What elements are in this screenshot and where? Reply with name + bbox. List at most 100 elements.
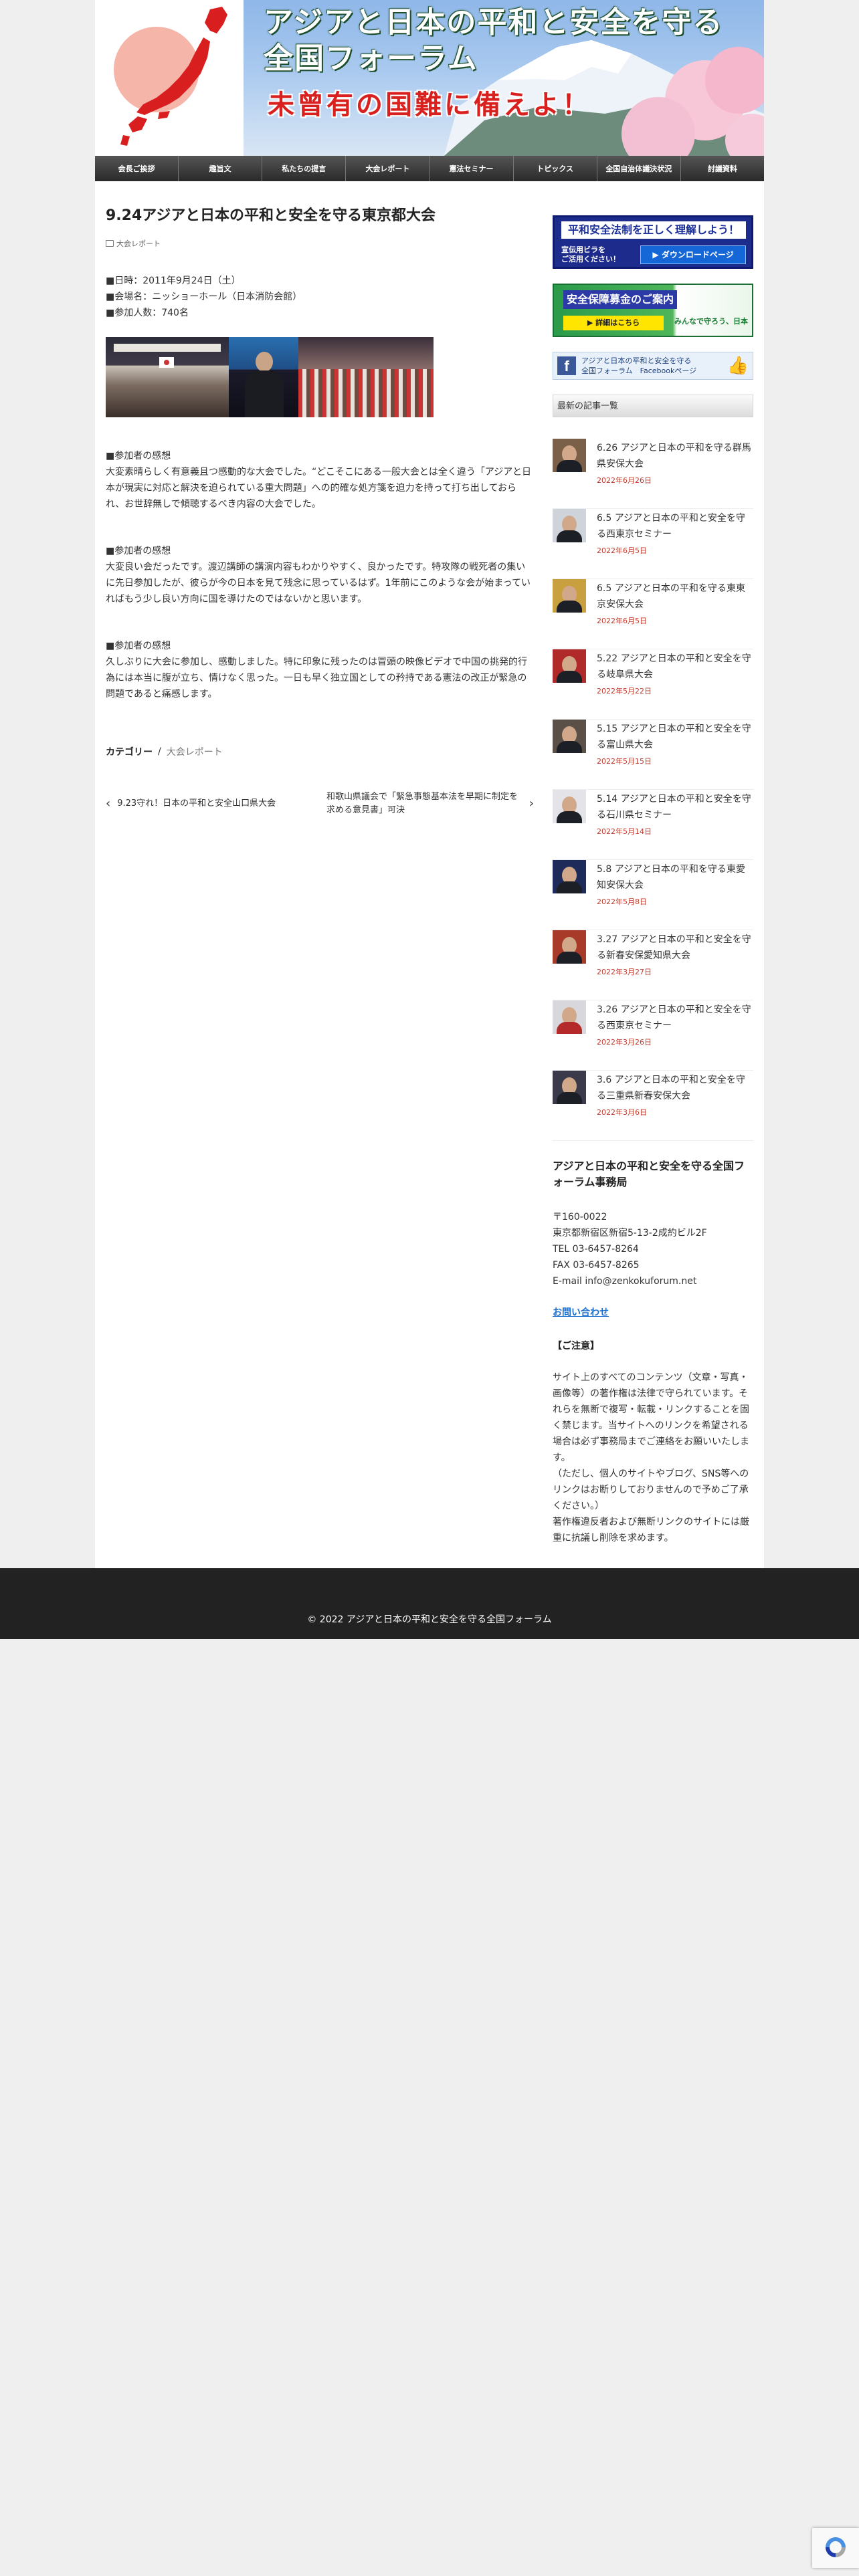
list-item[interactable]: 5.8 アジアと日本の平和を守る東愛知安保大会 2022年5月8日: [553, 860, 753, 930]
event-photo-stage: [106, 337, 229, 417]
nav-item-greeting[interactable]: 会長ご挨拶: [95, 156, 179, 181]
event-attendance: ■参加人数：740名: [106, 308, 189, 318]
recent-post-date: 2022年5月15日: [597, 757, 652, 766]
category-label: カテゴリー: [106, 747, 153, 758]
next-post-link[interactable]: 和歌山県議会で「緊急事態基本法を早期に制定を求める意見書」可決 ›: [326, 790, 534, 817]
recent-post-date: 2022年5月8日: [597, 897, 647, 906]
recent-post-title: 5.8 アジアと日本の平和を守る東愛知安保大会: [597, 864, 745, 891]
post-title: 9.24アジアと日本の平和と安全を守る東京都大会: [106, 207, 436, 224]
recent-post-title: 3.26 アジアと日本の平和と安全を守る西東京セミナー: [597, 1004, 751, 1031]
recent-post-title: 3.6 アジアと日本の平和と安全を守る三重県新春安保大会: [597, 1075, 745, 1101]
list-item[interactable]: 3.26 アジアと日本の平和と安全を守る西東京セミナー 2022年3月26日: [553, 1000, 753, 1071]
list-item[interactable]: 3.6 アジアと日本の平和と安全を守る三重県新春安保大会 2022年3月6日: [553, 1071, 753, 1141]
banner2-side: みんなで守ろう、日本: [674, 317, 748, 326]
next-post-title: 和歌山県議会で「緊急事態基本法を早期に制定を求める意見書」可決: [326, 792, 518, 815]
list-item[interactable]: 6.26 アジアと日本の平和を守る群馬県安保大会 2022年6月26日: [553, 439, 753, 509]
page-container: アジアと日本の平和と安全を守る 全国フォーラム 未曾有の国難に備えよ！ 会長ご挨…: [95, 0, 764, 1568]
facebook-icon: f: [557, 356, 576, 375]
banner-download-flyer[interactable]: 平和安全法制を正しく理解しよう！ 宣伝用ビラを ご活用ください！ ▶ ダウンロー…: [553, 215, 753, 269]
header-slogan: 未曾有の国難に備えよ！: [268, 90, 591, 120]
nav-item-proposal[interactable]: 私たちの提言: [262, 156, 347, 181]
recent-post-title: 5.14 アジアと日本の平和と安全を守る石川県セミナー: [597, 794, 751, 821]
list-item[interactable]: 5.22 アジアと日本の平和と安全を守る岐阜県大会 2022年5月22日: [553, 649, 753, 720]
office-heading: アジアと日本の平和と安全を守る全国フォーラム事務局: [553, 1160, 745, 1188]
thumbs-up-icon: 👍: [727, 356, 749, 376]
list-item[interactable]: 6.5 アジアと日本の平和を守る東東京安保大会 2022年6月5日: [553, 579, 753, 649]
main-nav: 会長ご挨拶 趣旨文 私たちの提言 大会レポート 憲法セミナー トピックス 全国自…: [95, 156, 764, 181]
feedback-body: 大変素晴らしく有意義且つ感動的な大会でした。“どこそこにある一般大会とは全く違う…: [106, 467, 531, 510]
nav-item-constitution[interactable]: 憲法セミナー: [430, 156, 514, 181]
feedback-section: ■参加者の感想 大変素晴らしく有意義且つ感動的な大会でした。“どこそこにある一般…: [106, 448, 534, 512]
post-thumbnail: [553, 1000, 586, 1034]
banner-donation[interactable]: 安全保障募金のご案内 ▶ 詳細はこちら みんなで守ろう、日本: [553, 284, 753, 337]
post-thumbnail: [553, 720, 586, 753]
postal-code: 〒160-0022: [553, 1212, 607, 1222]
notice-text: サイト上のすべてのコンテンツ（文章・写真・画像等）の著作権は法律で守られています…: [553, 1372, 749, 1543]
feedback-body: 大変良い会だったです。渡辺講師の講演内容もわかりやすく、良かったです。特攻隊の戦…: [106, 562, 531, 605]
event-photo-speaker: [229, 337, 298, 417]
contact-link[interactable]: お問い合わせ: [553, 1305, 753, 1319]
banner3-text: アジアと日本の平和と安全を守る 全国フォーラム Facebookページ: [581, 356, 697, 375]
recent-post-title: 5.22 アジアと日本の平和と安全を守る岐阜県大会: [597, 653, 751, 680]
office-address: 〒160-0022 東京都新宿区新宿5-13-2成約ビル2F TEL 03-64…: [553, 1209, 753, 1289]
post-thumbnail: [553, 1071, 586, 1104]
post-category-footer: カテゴリー / 大会レポート: [106, 745, 534, 758]
event-photos: [106, 337, 434, 417]
nav-item-topics[interactable]: トピックス: [514, 156, 597, 181]
notice-heading: 【ご注意】: [553, 1341, 599, 1352]
japan-map-icon: [120, 7, 227, 146]
copyright: © 2022 アジアと日本の平和と安全を守る全国フォーラム: [307, 1614, 552, 1625]
event-meta: ■日時：2011年9月24日（土） ■会場名：ニッショーホール（日本消防会館） …: [106, 273, 534, 321]
banner-facebook[interactable]: f アジアと日本の平和と安全を守る 全国フォーラム Facebookページ 👍: [553, 352, 753, 380]
recaptcha-badge[interactable]: [812, 2528, 859, 2568]
email-address: E-mail info@zenkokuforum.net: [553, 1276, 697, 1287]
header-title-line1: アジアと日本の平和と安全を守る: [264, 5, 724, 39]
nav-item-purpose[interactable]: 趣旨文: [179, 156, 263, 181]
banner1-button: ▶ ダウンロードページ: [640, 245, 746, 264]
feedback-section: ■参加者の感想 大変良い会だったです。渡辺講師の講演内容もわかりやすく、良かった…: [106, 543, 534, 607]
recent-posts-list: 6.26 アジアと日本の平和を守る群馬県安保大会 2022年6月26日 6.5 ア…: [553, 439, 753, 1141]
recent-post-date: 2022年6月5日: [597, 617, 647, 625]
recent-post-title: 6.5 アジアと日本の平和と安全を守る西東京セミナー: [597, 513, 745, 540]
event-venue: ■会場名：ニッショーホール（日本消防会館）: [106, 292, 302, 302]
recent-post-date: 2022年3月27日: [597, 968, 652, 976]
chevron-right-icon: ›: [529, 796, 534, 811]
list-item[interactable]: 6.5 アジアと日本の平和と安全を守る西東京セミナー 2022年6月5日: [553, 509, 753, 579]
prev-post-link[interactable]: ‹ 9.23守れ！日本の平和と安全山口県大会: [106, 790, 276, 817]
post-thumbnail: [553, 790, 586, 823]
list-item[interactable]: 5.15 アジアと日本の平和と安全を守る富山県大会 2022年5月15日: [553, 720, 753, 790]
recent-post-date: 2022年5月14日: [597, 827, 652, 836]
recent-post-date: 2022年6月5日: [597, 546, 647, 555]
recent-post-date: 2022年3月26日: [597, 1038, 652, 1047]
post-category-line: 大会レポート: [106, 238, 534, 249]
fax-number: FAX 03-6457-8265: [553, 1260, 640, 1271]
recaptcha-icon: [826, 2537, 846, 2557]
site-header[interactable]: アジアと日本の平和と安全を守る 全国フォーラム 未曾有の国難に備えよ！: [95, 0, 764, 156]
list-item[interactable]: 3.27 アジアと日本の平和と安全を守る新春安保愛知県大会 2022年3月27日: [553, 930, 753, 1000]
recent-post-title: 3.27 アジアと日本の平和と安全を守る新春安保愛知県大会: [597, 934, 751, 961]
event-date: ■日時：2011年9月24日（土）: [106, 276, 241, 286]
chevron-left-icon: ‹: [106, 796, 111, 811]
recent-post-title: 6.26 アジアと日本の平和を守る群馬県安保大会: [597, 443, 751, 469]
nav-item-materials[interactable]: 討議資料: [681, 156, 764, 181]
post-thumbnail: [553, 509, 586, 542]
category-separator: /: [158, 746, 161, 757]
banner2-heading: 安全保障募金のご案内: [563, 290, 677, 309]
feedback-body: 久しぶりに大会に参加し、感動しました。特に印象に残ったのは冒頭の映像ビデオで中国…: [106, 657, 527, 700]
recent-post-date: 2022年3月6日: [597, 1108, 647, 1117]
category-footer-link[interactable]: 大会レポート: [167, 745, 223, 758]
street-address: 東京都新宿区新宿5-13-2成約ビル2F: [553, 1228, 707, 1239]
folder-icon: [106, 240, 114, 247]
feedback-heading: ■参加者の感想: [106, 546, 171, 556]
sidebar: 平和安全法制を正しく理解しよう！ 宣伝用ビラを ご活用ください！ ▶ ダウンロー…: [553, 215, 753, 1546]
nav-item-local-gov[interactable]: 全国自治体議決状況: [597, 156, 681, 181]
post-content: 9.24アジアと日本の平和と安全を守る東京都大会 大会レポート ■日時：2011…: [106, 206, 534, 817]
banner2-button: ▶ 詳細はこちら: [563, 316, 664, 330]
post-category-link[interactable]: 大会レポート: [116, 238, 161, 249]
nav-item-report[interactable]: 大会レポート: [346, 156, 430, 181]
phone-number: TEL 03-6457-8264: [553, 1244, 639, 1255]
header-title-line2: 全国フォーラム: [264, 41, 478, 76]
post-thumbnail: [553, 579, 586, 613]
list-item[interactable]: 5.14 アジアと日本の平和と安全を守る石川県セミナー 2022年5月14日: [553, 790, 753, 860]
feedback-heading: ■参加者の感想: [106, 641, 171, 651]
